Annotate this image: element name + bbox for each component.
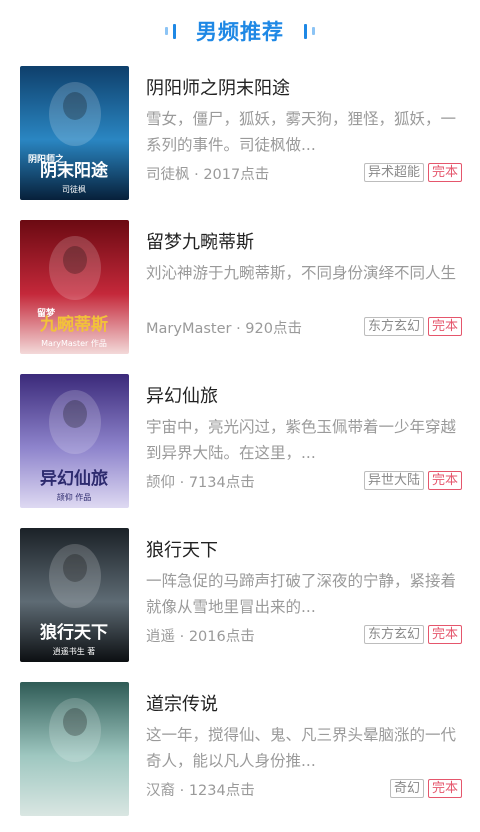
book-author-clicks: MaryMaster · 920点击 [146,321,302,337]
book-item[interactable]: 阴阳师之 阴末阳途 司徒枫 阴阳师之阴末阳途 雪女，僵尸，狐妖，雾天狗，狸怪，狐妖，一系… [0,62,480,216]
book-item[interactable]: 留梦 九畹蒂斯 MaryMaster 作品 留梦九畹蒂斯 刘沁神游于九畹蒂斯，不同身份演… [0,216,480,370]
book-title[interactable]: 异幻仙旅 [146,382,218,408]
book-description: 宇宙中，亮光闪过，紫色玉佩带着一少年穿越到异界大陆。在这里，... [146,418,457,462]
status-badge: 完本 [427,625,462,644]
status-badge: 完本 [427,163,462,182]
cover-title: 狼行天下 [40,622,108,643]
cover-author: MaryMaster 作品 [41,338,107,348]
section-title: 男频推荐 [196,20,284,44]
genre-tag: 东方玄幻 [363,625,424,644]
genre-tag: 异世大陆 [363,471,424,490]
book-tags: 异世大陆 完本 [363,471,462,490]
book-tags: 奇幻 完本 [389,779,462,798]
book-cover[interactable]: 留梦 九畹蒂斯 MaryMaster 作品 [20,220,129,354]
genre-tag: 东方玄幻 [363,317,424,336]
status-badge: 完本 [427,471,462,490]
cover-title: 九畹蒂斯 [39,314,108,335]
book-item[interactable]: 狼行天下 逍遥书生 著狼行天下 一阵急促的马蹄声打破了深夜的宁静，紧接着就像从雪地里… [0,524,480,678]
book-tags: 东方玄幻 完本 [363,625,462,644]
book-item[interactable]: 道宗传说这一年，搅得仙、鬼、凡三界头晕脑涨的一代奇人，能以凡人身份推... 汉裔 … [0,678,480,832]
cover-author: 颉仰 作品 [57,492,92,502]
book-title[interactable]: 道宗传说 [146,690,218,716]
book-author-clicks: 逍遥 · 2016点击 [146,629,255,645]
book-title[interactable]: 留梦九畹蒂斯 [146,228,254,254]
cover-title: 异幻仙旅 [40,468,108,489]
book-description: 这一年，搅得仙、鬼、凡三界头晕脑涨的一代奇人，能以凡人身份推... [146,726,457,770]
cover-title: 阴末阳途 [40,160,109,181]
status-badge: 完本 [427,779,462,798]
book-description: 刘沁神游于九畹蒂斯，不同身份演绎不同人生 [146,264,457,282]
book-description: 一阵急促的马蹄声打破了深夜的宁静，紧接着就像从雪地里冒出来的... [146,572,457,616]
genre-tag: 异术超能 [363,163,424,182]
book-title[interactable]: 阴阳师之阴末阳途 [146,74,290,100]
book-cover[interactable]: 异幻仙旅 颉仰 作品 [20,374,129,508]
section-header: 男频推荐 [0,0,480,62]
book-item[interactable]: 异幻仙旅 颉仰 作品 异幻仙旅 宇宙中，亮光闪过，紫色玉佩带着一少年穿越到异界大陆。在… [0,370,480,524]
book-tags: 东方玄幻 完本 [363,317,462,336]
book-author-clicks: 司徒枫 · 2017点击 [146,167,270,183]
genre-tag: 奇幻 [389,779,424,798]
cover-author: 司徒枫 [62,184,86,194]
book-author-clicks: 颉仰 · 7134点击 [146,475,255,491]
cover-author: 逍遥书生 著 [53,646,96,656]
book-description: 雪女，僵尸，狐妖，雾天狗，狸怪，狐妖，一系列的事件。司徒枫做... [146,110,457,154]
left-decoration [165,23,176,39]
book-title[interactable]: 狼行天下 [146,536,218,562]
book-cover[interactable] [20,682,129,816]
book-author-clicks: 汉裔 · 1234点击 [146,783,255,799]
book-cover[interactable]: 狼行天下逍遥书生 著 [20,528,129,662]
right-decoration [304,23,315,39]
book-tags: 异术超能 完本 [363,163,462,182]
status-badge: 完本 [427,317,462,336]
book-cover[interactable]: 阴阳师之 阴末阳途 司徒枫 [20,66,129,200]
